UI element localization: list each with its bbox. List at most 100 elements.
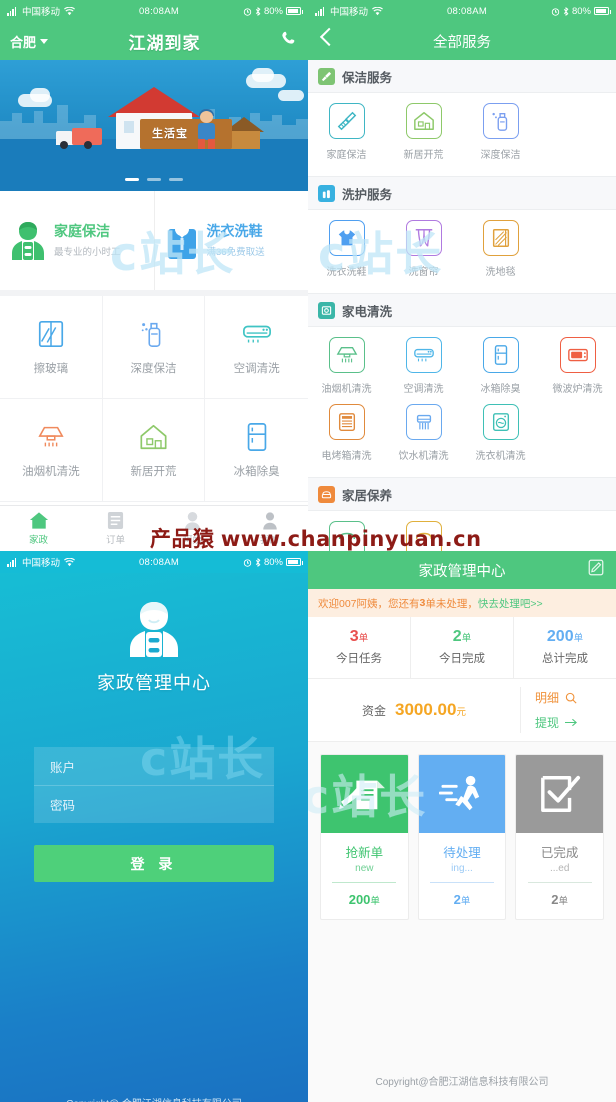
service-cell-aircon[interactable]: 空调清洗: [205, 296, 308, 399]
card-unit: 单: [460, 896, 471, 907]
chevron-left-icon[interactable]: [319, 27, 339, 47]
promo-text: 洗衣洗鞋 满36免费取送: [207, 223, 265, 258]
section-grid-laundry: 洗衣洗鞋 洗窗帘 洗地毯: [308, 210, 616, 294]
banner-dot[interactable]: [169, 178, 184, 181]
wifi-icon: [64, 6, 75, 15]
home-navbar: 合肥 江湖到家: [0, 22, 308, 60]
service-item-empty: [539, 404, 616, 462]
notice-link[interactable]: 快去处理吧>>: [478, 596, 543, 611]
promo-card-cleaning[interactable]: 家庭保洁 最专业的小时工: [0, 191, 154, 290]
withdraw-label: 提现: [535, 716, 560, 730]
maid-avatar-icon: [130, 602, 178, 657]
home-service-grid: 擦玻璃 深度保洁 空调清洗 油烟机清洗 新居开荒 冰箱除臭: [0, 296, 308, 502]
account-field[interactable]: 账户: [34, 747, 274, 785]
status-bar: 中国移动 08:08AM 80%: [308, 0, 616, 22]
service-item[interactable]: 洗衣机清洗: [462, 404, 539, 462]
service-item[interactable]: 家庭保洁: [308, 103, 385, 161]
login-button[interactable]: 登 录: [34, 845, 274, 882]
fridge-icon: [247, 422, 266, 451]
wifi-icon: [372, 6, 383, 15]
service-item[interactable]: 冰箱除臭: [462, 337, 539, 395]
services-scroll[interactable]: 保洁服务 家庭保洁 新居开荒 深度保洁 洗护服务 洗衣洗鞋 洗窗帘 洗地毯 家电…: [308, 60, 616, 551]
service-cell-new-home[interactable]: 新居开荒: [102, 399, 206, 502]
stat-today-tasks[interactable]: 3单 今日任务: [308, 617, 410, 678]
shirt-icon: [328, 220, 365, 256]
status-time: 08:08AM: [138, 556, 180, 568]
money-balance: 资金 3000.00元: [308, 700, 520, 720]
stat-value-wrap: 2单: [411, 628, 513, 646]
shirt-icon: [167, 221, 196, 259]
section-header-homecare: 家居保养: [308, 478, 616, 511]
checkbox-icon: [540, 775, 580, 812]
broom-icon: [328, 103, 365, 139]
notice-prefix: 欢迎007阿姨，您还有: [318, 597, 420, 610]
watermark-brand: 产品猿 www.chanpinyuan.cn: [150, 523, 482, 553]
bluetooth-icon: [255, 6, 261, 16]
city-selector[interactable]: 合肥: [10, 32, 49, 51]
stats-row: 3单 今日任务 2单 今日完成 200单 总计完成: [308, 617, 616, 679]
bluetooth-icon: [255, 557, 261, 567]
card-grab-new-order[interactable]: 抢新单 new 200单: [320, 754, 409, 920]
tab-home[interactable]: 家政: [0, 506, 77, 551]
service-item[interactable]: 洗窗帘: [385, 220, 462, 278]
page-title: 全部服务: [433, 34, 491, 51]
oven-icon: [328, 404, 365, 440]
service-cell-deep-clean[interactable]: 深度保洁: [102, 296, 206, 399]
tab-orders[interactable]: 订单: [77, 506, 154, 551]
stat-value-wrap: 200单: [514, 628, 616, 646]
service-cell-window[interactable]: 擦玻璃: [0, 296, 103, 399]
card-pending[interactable]: 待处理 ing... 2单: [417, 754, 507, 920]
service-item[interactable]: 电烤箱清洗: [308, 404, 385, 462]
password-field[interactable]: 密码: [34, 785, 274, 823]
service-label: 洗窗帘: [408, 267, 439, 278]
banner-dot[interactable]: [147, 178, 161, 181]
chevron-down-icon: [40, 38, 49, 44]
maid-icon: [12, 221, 44, 260]
service-item[interactable]: 新居开荒: [385, 103, 462, 161]
carrier-label: 中国移动: [330, 7, 369, 18]
banner-dot[interactable]: [124, 178, 139, 181]
login-title: 家政管理中心: [97, 673, 211, 693]
banner-dots[interactable]: [0, 168, 308, 186]
tab-label: 家政: [28, 535, 48, 546]
account-placeholder: 账户: [50, 760, 76, 775]
notice-bar[interactable]: 欢迎007阿姨，您还有 3 单未处理， 快去处理吧>>: [308, 589, 616, 617]
status-time: 08:08AM: [446, 5, 488, 17]
service-item[interactable]: 洗衣洗鞋: [308, 220, 385, 278]
phone-button[interactable]: [281, 30, 298, 52]
stat-label: 今日任务: [336, 653, 382, 665]
promo-card-laundry[interactable]: 洗衣洗鞋 满36免费取送: [153, 191, 309, 290]
service-label: 冰箱除臭: [233, 465, 280, 478]
panel-home-app: 中国移动 08:08AM 80% 合肥 江湖到家 生活宝 家庭保洁 最专业的小时…: [0, 0, 308, 551]
service-label: 洗地毯: [485, 267, 516, 278]
card-divider: [527, 882, 592, 883]
house-icon: [405, 103, 442, 139]
card-divider: [429, 882, 495, 883]
service-item[interactable]: 空调清洗: [385, 337, 462, 395]
stat-today-done[interactable]: 2单 今日完成: [410, 617, 513, 678]
service-item-empty: [539, 103, 616, 161]
service-label: 深度保洁: [480, 150, 521, 161]
panel-login-app: 中国移动 08:08AM 80% 家政管理中心 账户 密码 登 录 c站长: [0, 551, 308, 1102]
home-banner[interactable]: 生活宝: [0, 60, 308, 191]
service-item[interactable]: 饮水机清洗: [385, 404, 462, 462]
detail-button[interactable]: 明细: [535, 689, 616, 706]
withdraw-button[interactable]: 提现: [535, 714, 616, 731]
service-label: 洗衣机清洗: [475, 451, 526, 462]
notice-middle: 单未处理，: [425, 597, 478, 610]
status-right: 80%: [551, 6, 611, 17]
carrier-label: 中国移动: [22, 7, 61, 18]
service-cell-range-hood[interactable]: 油烟机清洗: [0, 399, 103, 502]
service-cell-fridge[interactable]: 冰箱除臭: [205, 399, 308, 502]
service-item[interactable]: 深度保洁: [462, 103, 539, 161]
card-completed[interactable]: 已完成 ...ed 2单: [515, 754, 605, 920]
service-item[interactable]: 洗地毯: [462, 220, 539, 278]
login-screen: 家政管理中心 账户 密码 登 录 Copyright@ 合肥江湖信息科技有限公司…: [0, 573, 308, 1102]
card-icon-area: [321, 755, 408, 833]
note-edit-button[interactable]: [587, 559, 605, 582]
promo-row: 家庭保洁 最专业的小时工 洗衣洗鞋 满36免费取送: [0, 191, 308, 296]
stat-total-done[interactable]: 200单 总计完成: [513, 617, 616, 678]
service-item-empty: [539, 220, 616, 278]
service-item[interactable]: 油烟机清洗: [308, 337, 385, 395]
service-item[interactable]: 微波炉清洗: [539, 337, 616, 395]
